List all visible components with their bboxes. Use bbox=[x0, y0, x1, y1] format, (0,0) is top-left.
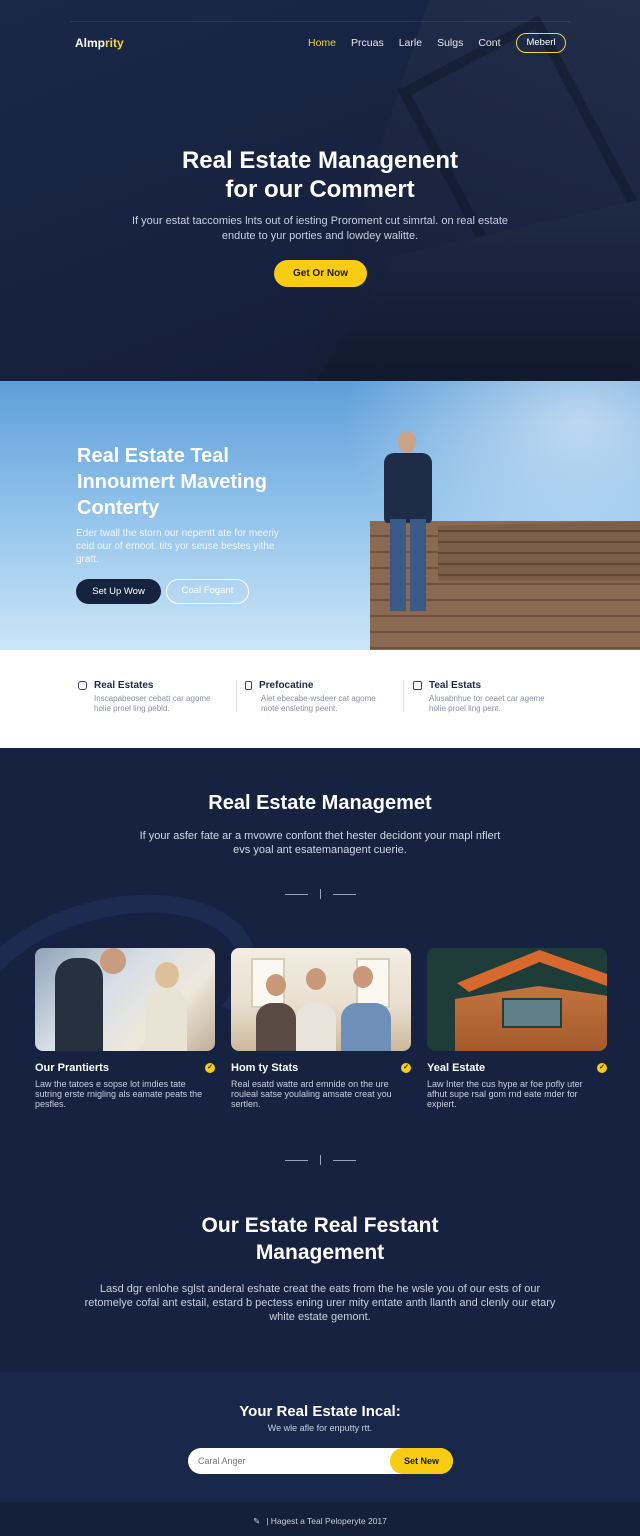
modern-house-photo bbox=[427, 948, 607, 1051]
businessman-image bbox=[378, 431, 438, 621]
our-estate-title-line2: Management bbox=[255, 1241, 385, 1264]
logo-suffix: rity bbox=[105, 36, 124, 50]
businessman-suit bbox=[384, 453, 432, 523]
feature-item: Teal Estats Alusabnhue tor ceaet car age… bbox=[413, 680, 563, 714]
newsletter-form: Set New bbox=[188, 1448, 453, 1474]
person-figure bbox=[296, 1003, 336, 1051]
promo-primary-button[interactable]: Set Up Wow bbox=[76, 579, 161, 604]
nav-item-4[interactable]: Sulgs bbox=[437, 33, 463, 53]
feature-desc: Alet ebecabe-wsdeer cat agome mote ensle… bbox=[261, 694, 376, 713]
newsletter-submit-button[interactable]: Set New bbox=[390, 1448, 453, 1474]
our-estate-subtitle: Lasd dgr enlohe sglst anderal eshate cre… bbox=[84, 1283, 556, 1323]
hero-subtitle: If your estat taccomies lnts out of iest… bbox=[132, 215, 508, 242]
service-card[interactable]: Yeal Estate ✓ Law Inter the cus hype ar f… bbox=[427, 948, 607, 1109]
person-head bbox=[266, 974, 286, 996]
promo-secondary-button[interactable]: Coal Fogant bbox=[166, 579, 249, 604]
feature-title: Prefocatine bbox=[259, 680, 314, 691]
house-window bbox=[502, 998, 562, 1028]
leaf-icon: ✎ bbox=[253, 1516, 261, 1526]
card-desc: Law Inter the cus hype ar foe pofly uter… bbox=[427, 1079, 583, 1109]
person-head bbox=[155, 962, 179, 988]
nav-item-home[interactable]: Home bbox=[308, 33, 336, 53]
management-title: Real Estate Managemet bbox=[208, 792, 432, 814]
our-estate-title: Our Estate Real Festant Management bbox=[0, 1212, 640, 1266]
person-head bbox=[353, 966, 373, 988]
team-group-photo bbox=[231, 948, 411, 1051]
newsletter-title: Your Real Estate Incal: bbox=[239, 1403, 401, 1420]
feature-desc: Alusabnhue tor ceaet car ageme holie pro… bbox=[429, 694, 545, 713]
feature-desc: Inscapabeoser cebatt car agome holie prn… bbox=[94, 694, 211, 713]
our-estate-title-line1: Our Estate Real Festant bbox=[201, 1214, 439, 1237]
person-figure bbox=[256, 1003, 296, 1051]
person-figure bbox=[341, 1003, 391, 1051]
document-icon bbox=[245, 681, 252, 690]
card-title: Our Prantierts bbox=[35, 1062, 109, 1074]
card-desc: Real esatd watte ard emnide on the ure r… bbox=[231, 1079, 392, 1109]
newsletter-email-input[interactable] bbox=[198, 1448, 388, 1474]
card-title: Yeal Estate bbox=[427, 1062, 486, 1074]
tag-icon bbox=[413, 681, 422, 690]
person-figure bbox=[145, 988, 187, 1051]
check-icon: ✓ bbox=[401, 1063, 411, 1073]
footer-copyright: ✎ | Hagest a Teal Peloperyte 2017 bbox=[0, 1516, 640, 1527]
footer-text: | Hagest a Teal Peloperyte 2017 bbox=[266, 1516, 387, 1526]
feature-divider bbox=[236, 680, 237, 712]
nav-item-2[interactable]: Prcuas bbox=[351, 33, 384, 53]
check-icon: ✓ bbox=[205, 1063, 215, 1073]
feature-title: Teal Estats bbox=[429, 680, 482, 691]
team-meeting-photo bbox=[35, 948, 215, 1051]
nav-item-3[interactable]: Larle bbox=[399, 33, 422, 53]
promo-section: Real Estate Teal Innoumert Maveting Cont… bbox=[0, 381, 640, 650]
newsletter-subtitle: We wle afle for enputty rtt. bbox=[267, 1423, 373, 1433]
wooden-stairs-image bbox=[438, 521, 640, 581]
main-nav: Home Prcuas Larle Sulgs Cont bbox=[308, 33, 516, 53]
feature-item: Prefocatine Alet ebecabe-wsdeer cat agom… bbox=[245, 680, 395, 714]
feature-title: Real Estates bbox=[94, 680, 154, 691]
person-head bbox=[306, 968, 326, 990]
section-divider bbox=[285, 1155, 357, 1165]
card-title: Hom ty Stats bbox=[231, 1062, 299, 1074]
nav-item-contact[interactable]: Cont bbox=[478, 33, 500, 53]
brand-logo[interactable]: Almprity bbox=[75, 36, 124, 50]
hero-title: Real Estate Managenent for our Commert bbox=[0, 146, 640, 204]
hero-title-line2: for our Commert bbox=[225, 176, 415, 203]
person-head bbox=[100, 948, 126, 974]
header-divider bbox=[70, 21, 570, 22]
feature-item: Real Estates Inscapabeoser cebatt car ag… bbox=[78, 680, 228, 714]
features-bar: Real Estates Inscapabeoser cebatt car ag… bbox=[0, 650, 640, 748]
person-figure bbox=[55, 958, 103, 1051]
feature-divider bbox=[403, 680, 404, 712]
hero-cta-button[interactable]: Get Or Now bbox=[274, 260, 367, 287]
check-icon: ✓ bbox=[597, 1063, 607, 1073]
promo-title: Real Estate Teal Innoumert Maveting Cont… bbox=[77, 445, 268, 519]
service-card[interactable]: Our Prantierts ✓ Law the tatoes e sopse l… bbox=[35, 948, 215, 1109]
hero-title-line1: Real Estate Managenent bbox=[181, 147, 459, 174]
newsletter-section bbox=[0, 1372, 640, 1502]
businessman-head bbox=[398, 431, 416, 453]
section-divider bbox=[285, 889, 357, 899]
camera-icon bbox=[78, 681, 87, 690]
businessman-legs bbox=[390, 519, 426, 611]
card-desc: Law the tatoes e sopse lot imdies tate s… bbox=[35, 1079, 203, 1109]
logo-prefix: Almp bbox=[75, 36, 105, 50]
management-subtitle: If your asfer fate ar a mvowre confont t… bbox=[139, 830, 501, 856]
service-card[interactable]: Hom ty Stats ✓ Real esatd watte ard emnid… bbox=[231, 948, 411, 1109]
promo-subtitle: Eder twall the storn our nepentt ate for… bbox=[76, 528, 279, 565]
nav-cta-button[interactable]: Meberl bbox=[516, 33, 566, 53]
